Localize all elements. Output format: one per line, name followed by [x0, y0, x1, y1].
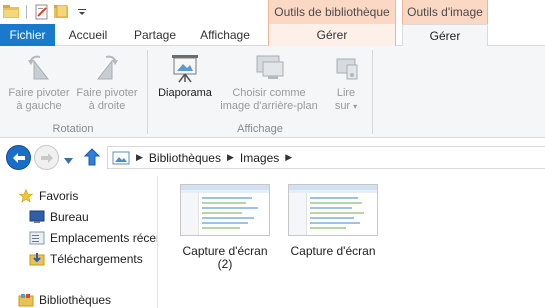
arrow-left-icon	[12, 152, 25, 163]
up-level-button[interactable]	[83, 148, 101, 169]
rotate-left-label-1: Faire pivoter	[8, 87, 70, 99]
set-as-background-button[interactable]: Choisir comme image d'arrière-plan	[216, 52, 322, 113]
breadcrumb-separator-icon[interactable]: ▶	[136, 152, 143, 163]
file-thumbnail	[288, 184, 378, 236]
play-to-label-text: sur	[334, 100, 351, 112]
library-tools-header: Outils de bibliothèque	[268, 0, 396, 24]
group-view-label: Affichage	[237, 123, 283, 135]
downloads-folder-icon	[29, 251, 45, 267]
ribbon-group-separator-end	[372, 50, 373, 134]
nav-item-recent-places[interactable]: Emplacements récer	[29, 228, 158, 248]
nav-downloads-label: Téléchargements	[50, 252, 143, 266]
desktop-background-icon	[253, 52, 285, 84]
set-as-background-label-2: image d'arrière-plan	[220, 100, 318, 112]
breadcrumb-separator-icon[interactable]: ▶	[227, 152, 234, 163]
arrow-up-icon	[83, 148, 101, 166]
file-list: Capture d'écran (2) Capture d'écran	[159, 176, 545, 308]
play-to-button[interactable]: Lire sur ▾	[326, 52, 366, 113]
rotate-left-label-2: à gauche	[16, 100, 62, 112]
tab-file[interactable]: Fichier	[0, 24, 55, 46]
file-item[interactable]: Capture d'écran	[283, 184, 383, 258]
projector-screen-icon	[169, 52, 201, 84]
play-to-label-2: sur ▾	[335, 100, 357, 113]
libraries-icon	[18, 292, 34, 308]
breadcrumb-libraries[interactable]: Bibliothèques	[149, 151, 221, 165]
title-bar: Outils de bibliothèque Outils d'image	[0, 0, 545, 24]
rotate-left-icon	[23, 52, 55, 84]
breadcrumb-images[interactable]: Images	[240, 151, 279, 165]
slideshow-button[interactable]: Diaporama	[152, 52, 218, 100]
nav-item-desktop[interactable]: Bureau	[29, 207, 89, 227]
folder-icon[interactable]	[2, 3, 20, 21]
back-button[interactable]	[6, 145, 31, 170]
rotate-right-button[interactable]: Faire pivoter à droite	[72, 52, 142, 113]
nav-recent-places-label: Emplacements récer	[50, 231, 158, 245]
arrow-right-icon	[40, 152, 53, 163]
tab-view[interactable]: Affichage	[194, 24, 256, 46]
recent-locations-dropdown[interactable]	[64, 153, 73, 167]
rotate-right-label-1: Faire pivoter	[76, 87, 138, 99]
pictures-library-icon	[112, 151, 130, 164]
rotate-right-icon	[91, 52, 123, 84]
rotate-left-button[interactable]: Faire pivoter à gauche	[4, 52, 74, 113]
properties-icon[interactable]	[33, 3, 51, 21]
file-name-line-1: Capture d'écran	[290, 244, 376, 258]
chevron-down-icon	[64, 158, 73, 164]
file-name-line-2: (2)	[217, 257, 233, 271]
play-to-device-icon	[330, 52, 362, 84]
navigation-pane: Favoris Bureau Emplacements récer Téléch…	[0, 176, 158, 308]
nav-item-downloads[interactable]: Téléchargements	[29, 249, 143, 269]
qat-separator	[26, 5, 27, 19]
nav-item-libraries[interactable]: Bibliothèques	[18, 290, 111, 308]
set-as-background-label-1: Choisir comme	[232, 87, 306, 99]
file-thumbnail	[180, 184, 270, 236]
forward-button[interactable]	[34, 145, 59, 170]
ribbon-tabs: Fichier Accueil Partage Affichage Gérer …	[0, 24, 545, 47]
star-icon	[18, 188, 34, 204]
slideshow-label: Diaporama	[158, 87, 212, 99]
ribbon-group-separator	[147, 50, 148, 134]
nav-libraries-label: Bibliothèques	[39, 293, 112, 307]
image-tools-header: Outils d'image	[402, 0, 488, 24]
chevron-down-icon: ▾	[353, 102, 358, 111]
desktop-icon	[29, 209, 45, 225]
nav-item-favorites[interactable]: Favoris	[18, 186, 78, 206]
nav-desktop-label: Bureau	[50, 210, 89, 224]
group-rotation-label: Rotation	[52, 123, 94, 135]
file-item[interactable]: Capture d'écran (2)	[175, 184, 275, 271]
quick-access-toolbar	[0, 0, 91, 24]
recent-places-icon	[29, 230, 45, 246]
tab-share[interactable]: Partage	[124, 24, 186, 46]
breadcrumb-separator-icon[interactable]: ▶	[285, 152, 292, 163]
ribbon-panel: Faire pivoter à gauche Faire pivoter à d…	[0, 46, 545, 138]
nav-favorites-label: Favoris	[39, 189, 79, 203]
new-folder-icon[interactable]	[53, 3, 71, 21]
file-name: Capture d'écran (2)	[182, 245, 267, 271]
file-name: Capture d'écran	[290, 245, 375, 258]
navigation-bar: ▶ Bibliothèques ▶ Images ▶	[0, 139, 545, 176]
rotate-right-label-2: à droite	[88, 100, 126, 112]
tab-manage-library[interactable]: Gérer	[268, 24, 396, 46]
customize-qat-icon[interactable]	[73, 3, 91, 21]
tab-home[interactable]: Accueil	[62, 24, 114, 46]
play-to-label-1: Lire	[336, 87, 356, 99]
address-bar[interactable]: ▶ Bibliothèques ▶ Images ▶	[107, 146, 545, 169]
tab-manage-image[interactable]: Gérer	[402, 24, 488, 47]
